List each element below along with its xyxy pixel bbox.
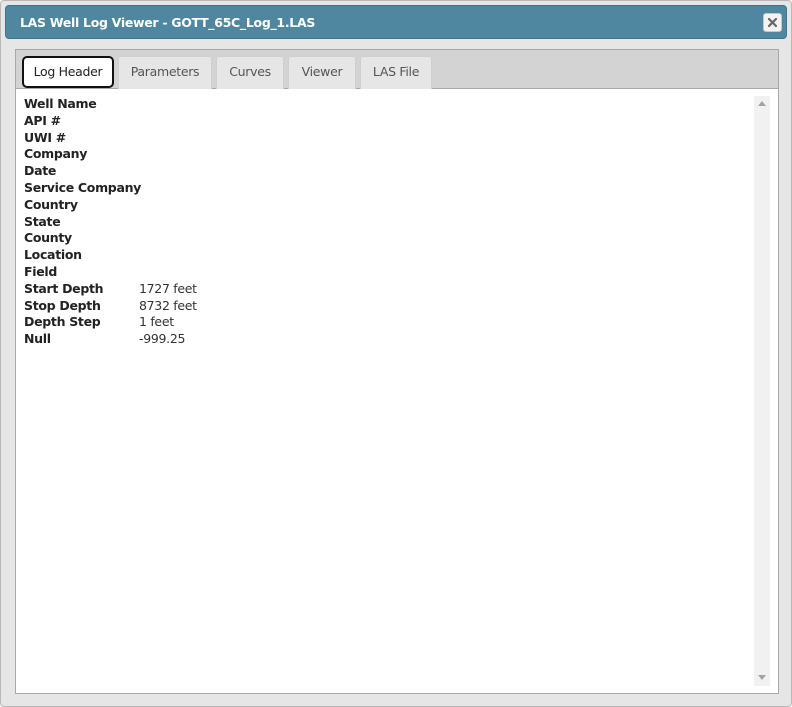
tab-las-file[interactable]: LAS File [360,56,432,89]
field-row-location: Location [24,247,197,264]
field-label: Well Name [24,96,97,111]
field-label: Start Depth [24,280,104,296]
tab-curves[interactable]: Curves [216,56,284,89]
field-value: 1 feet [139,314,174,330]
log-header-panel: Well Name API # UWI # Company Date Servi… [16,89,778,693]
field-label: Null [24,331,51,347]
tab-container: Log Header Parameters Curves Viewer LAS … [15,49,779,694]
field-label: Country [24,196,78,212]
field-row-county: County [24,230,197,247]
dialog-title: LAS Well Log Viewer - GOTT_65C_Log_1.LAS [20,15,316,30]
field-row-field: Field [24,264,197,281]
tab-bar: Log Header Parameters Curves Viewer LAS … [16,50,778,89]
field-row-country: Country [24,197,197,214]
field-row-start-depth: Start Depth 1727 feet [24,281,197,298]
field-label: Date [24,163,57,179]
las-viewer-dialog: LAS Well Log Viewer - GOTT_65C_Log_1.LAS… [0,0,792,707]
scroll-down-button[interactable] [754,670,770,686]
field-row-null: Null -999.25 [24,331,197,348]
close-button[interactable] [763,13,782,32]
field-label: Field [24,263,58,279]
header-fields-list: Well Name API # UWI # Company Date Servi… [24,96,197,348]
tab-viewer[interactable]: Viewer [288,56,356,89]
field-label: County [24,230,72,246]
field-row-date: Date [24,163,197,180]
scroll-down-icon [758,675,766,680]
field-label: Service Company [24,179,142,195]
field-value: -999.25 [139,331,186,347]
field-value: 8732 feet [139,297,197,313]
field-row-well-name: Well Name [24,96,197,113]
tab-parameters[interactable]: Parameters [118,56,212,89]
vertical-scrollbar[interactable] [754,96,770,686]
field-row-company: Company [24,146,197,163]
field-label: API # [24,112,61,128]
field-label: UWI # [24,129,66,145]
field-row-state: State [24,214,197,231]
field-label: Stop Depth [24,297,101,313]
field-label: Depth Step [24,314,101,330]
scroll-up-button[interactable] [754,96,770,112]
field-label: Company [24,146,88,162]
field-row-depth-step: Depth Step 1 feet [24,314,197,331]
field-row-api: API # [24,113,197,130]
field-label: Location [24,247,82,263]
field-row-uwi: UWI # [24,130,197,147]
field-row-stop-depth: Stop Depth 8732 feet [24,298,197,315]
dialog-titlebar[interactable]: LAS Well Log Viewer - GOTT_65C_Log_1.LAS [5,5,787,39]
field-value: 1727 feet [139,280,197,296]
close-icon [768,18,777,27]
scroll-up-icon [758,101,766,106]
field-label: State [24,213,61,229]
field-row-service-company: Service Company [24,180,197,197]
tab-log-header[interactable]: Log Header [22,56,114,88]
